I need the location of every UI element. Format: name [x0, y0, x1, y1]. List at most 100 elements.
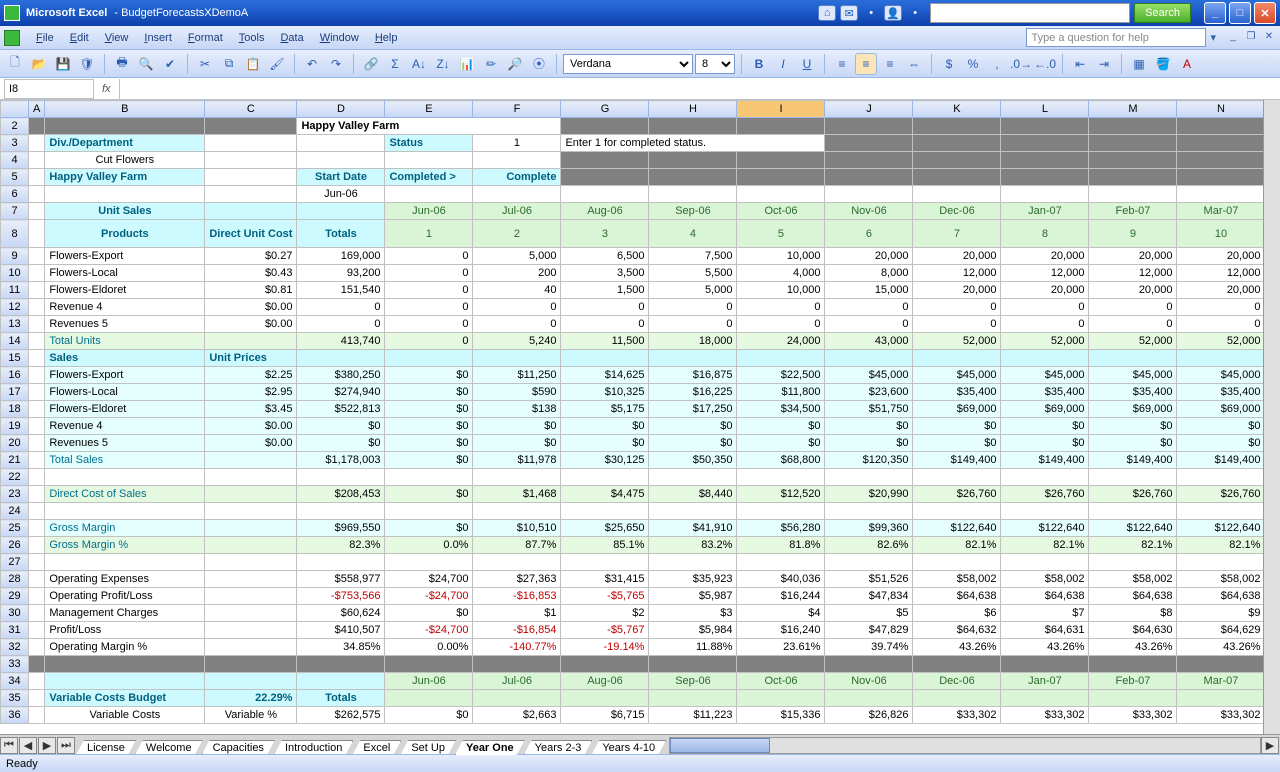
month-header[interactable]: Nov-06 — [825, 203, 913, 220]
cell[interactable]: 20,000 — [1001, 282, 1089, 299]
cell[interactable]: $25,650 — [561, 520, 649, 537]
cell[interactable]: -140.77% — [473, 639, 561, 656]
borders-icon[interactable]: ▦ — [1128, 53, 1150, 75]
cell[interactable]: 20,000 — [1089, 248, 1177, 265]
col-header-C[interactable]: C — [205, 101, 297, 118]
cell[interactable]: Flowers-Export — [45, 367, 205, 384]
product[interactable]: Revenue 4 — [45, 299, 205, 316]
month-header[interactable]: Feb-07 — [1089, 203, 1177, 220]
cell[interactable]: 20,000 — [913, 282, 1001, 299]
cell[interactable]: 0 — [1089, 299, 1177, 316]
month-num[interactable]: 8 — [1001, 220, 1089, 248]
row-header-6[interactable]: 6 — [1, 186, 29, 203]
col-header-F[interactable]: F — [473, 101, 561, 118]
cell[interactable]: $0 — [649, 435, 737, 452]
cell[interactable]: 3,500 — [561, 265, 649, 282]
cell[interactable]: $41,910 — [649, 520, 737, 537]
cell[interactable]: 87.7% — [473, 537, 561, 554]
cell[interactable]: $16,244 — [737, 588, 825, 605]
row-header-19[interactable]: 19 — [1, 418, 29, 435]
cell[interactable]: 0.00% — [385, 639, 473, 656]
cell[interactable]: $69,000 — [1001, 401, 1089, 418]
cell[interactable]: $12,520 — [737, 486, 825, 503]
cell[interactable]: $122,640 — [913, 520, 1001, 537]
cell[interactable]: 0 — [825, 316, 913, 333]
cell[interactable]: $26,826 — [825, 707, 913, 724]
cell[interactable]: $0 — [1177, 418, 1265, 435]
sheet-tab-license[interactable]: License — [76, 740, 136, 755]
copy-icon[interactable]: ⧉ — [218, 53, 240, 75]
cell[interactable]: 23.61% — [737, 639, 825, 656]
cell[interactable]: 20,000 — [1089, 282, 1177, 299]
cell[interactable]: $33,302 — [1089, 707, 1177, 724]
cell[interactable]: $35,400 — [1001, 384, 1089, 401]
cell[interactable]: $0.00 — [205, 435, 297, 452]
cell[interactable]: 5,240 — [473, 333, 561, 350]
cell[interactable]: $1,178,003 — [297, 452, 385, 469]
cell[interactable]: $64,631 — [1001, 622, 1089, 639]
cell[interactable]: 24,000 — [737, 333, 825, 350]
cell[interactable]: $0.00 — [205, 299, 297, 316]
cut-icon[interactable]: ✂ — [194, 53, 216, 75]
vcb-label[interactable]: Variable Costs Budget — [45, 690, 205, 707]
cell[interactable]: $969,550 — [297, 520, 385, 537]
cell[interactable]: $9 — [1177, 605, 1265, 622]
menu-view[interactable]: View — [97, 29, 137, 47]
unit-prices-header[interactable]: Unit Prices — [205, 350, 297, 367]
workbook-restore-button[interactable]: ❐ — [1244, 31, 1258, 45]
cell[interactable]: Dec-06 — [913, 673, 1001, 690]
help-icon[interactable]: ⦿ — [528, 53, 550, 75]
tab-prev-icon[interactable]: ◀ — [19, 737, 37, 754]
cell[interactable]: $0 — [385, 435, 473, 452]
cell[interactable]: $10,325 — [561, 384, 649, 401]
cell[interactable]: $0 — [385, 401, 473, 418]
row-header-11[interactable]: 11 — [1, 282, 29, 299]
cell[interactable]: 0 — [561, 316, 649, 333]
font-size-select[interactable]: 8 — [695, 54, 735, 74]
cell[interactable]: 7,500 — [649, 248, 737, 265]
row-header-14[interactable]: 14 — [1, 333, 29, 350]
cell[interactable]: $45,000 — [913, 367, 1001, 384]
cell[interactable]: $0 — [825, 435, 913, 452]
month-header[interactable]: Mar-07 — [1177, 203, 1265, 220]
row-header-24[interactable]: 24 — [1, 503, 29, 520]
row-header-30[interactable]: 30 — [1, 605, 29, 622]
tab-last-icon[interactable]: ⏭ — [57, 737, 75, 754]
cell[interactable]: $3 — [649, 605, 737, 622]
cell[interactable]: $0 — [1001, 418, 1089, 435]
tab-next-icon[interactable]: ▶ — [38, 737, 56, 754]
row-header-20[interactable]: 20 — [1, 435, 29, 452]
row-header-17[interactable]: 17 — [1, 384, 29, 401]
row-header-22[interactable]: 22 — [1, 469, 29, 486]
cell[interactable]: 0 — [1089, 316, 1177, 333]
cell[interactable]: $33,302 — [1001, 707, 1089, 724]
col-header-E[interactable]: E — [385, 101, 473, 118]
row-header-9[interactable]: 9 — [1, 248, 29, 265]
row-header-21[interactable]: 21 — [1, 452, 29, 469]
cell[interactable]: $68,800 — [737, 452, 825, 469]
row-header-35[interactable]: 35 — [1, 690, 29, 707]
cell[interactable]: $0 — [385, 452, 473, 469]
row-header-34[interactable]: 34 — [1, 673, 29, 690]
cell[interactable]: $0.00 — [205, 418, 297, 435]
cell[interactable]: 151,540 — [297, 282, 385, 299]
cell[interactable]: $410,507 — [297, 622, 385, 639]
row-header-3[interactable]: 3 — [1, 135, 29, 152]
sheet-tab-years-4-10[interactable]: Years 4-10 — [591, 740, 666, 755]
cell[interactable]: -$16,853 — [473, 588, 561, 605]
cell[interactable]: $522,813 — [297, 401, 385, 418]
cell[interactable]: 20,000 — [1001, 248, 1089, 265]
cell[interactable]: $149,400 — [913, 452, 1001, 469]
cell[interactable]: 0 — [385, 248, 473, 265]
italic-icon[interactable]: I — [772, 53, 794, 75]
cell[interactable]: $5,175 — [561, 401, 649, 418]
hyperlink-icon[interactable]: 🔗 — [360, 53, 382, 75]
cell[interactable]: $6 — [913, 605, 1001, 622]
cell[interactable]: $0 — [473, 435, 561, 452]
cell[interactable]: 81.8% — [737, 537, 825, 554]
formula-bar[interactable] — [119, 79, 1280, 99]
row-header-27[interactable]: 27 — [1, 554, 29, 571]
cell[interactable]: 8,000 — [825, 265, 913, 282]
menu-file[interactable]: File — [28, 29, 62, 47]
cell[interactable]: 20,000 — [1177, 282, 1265, 299]
